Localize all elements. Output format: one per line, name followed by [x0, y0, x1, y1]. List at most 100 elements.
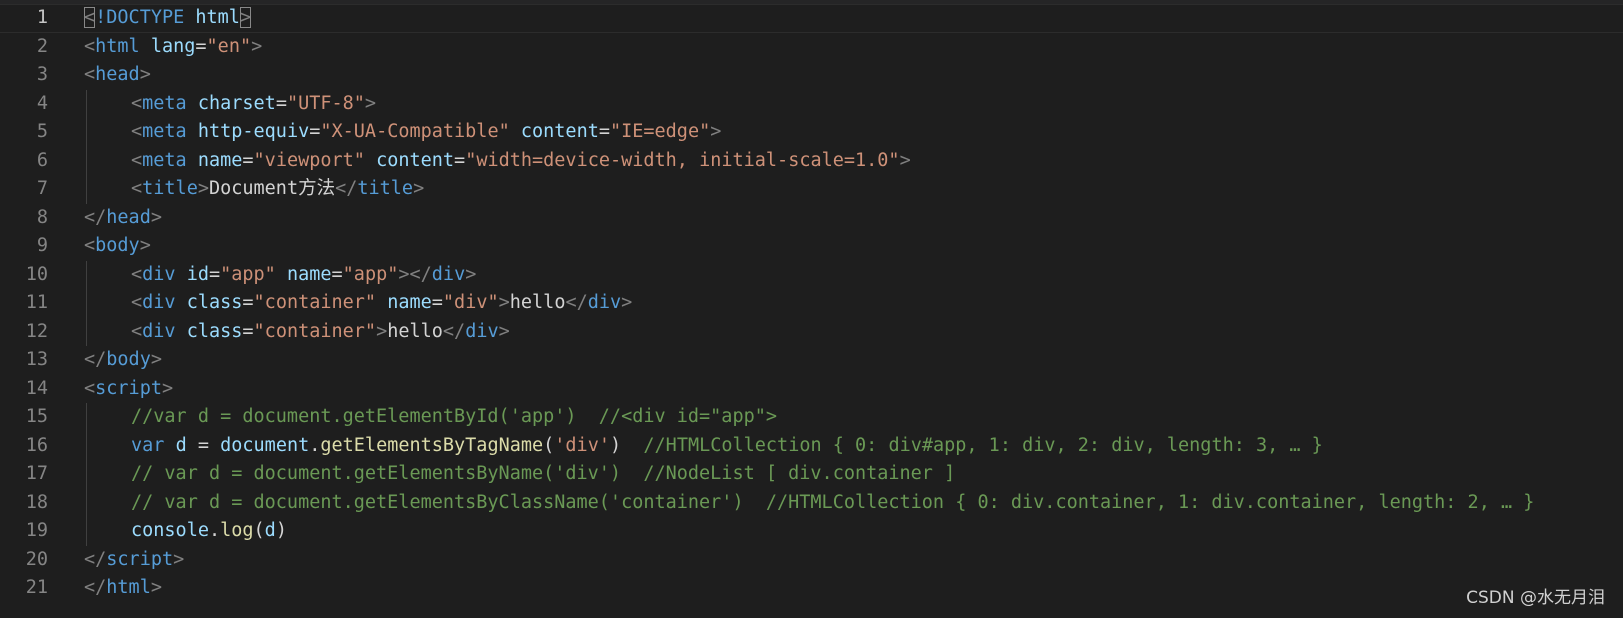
line-code: // var d = document.getElementsByClassNa… — [84, 489, 1534, 518]
code-token-punct: < — [84, 64, 96, 85]
line-number: 19 — [25, 520, 48, 541]
code-token-tag: !DOCTYPE — [95, 7, 185, 28]
code-token-attr: lang — [150, 35, 196, 57]
line-code: //var d = document.getElementById('app')… — [84, 403, 777, 432]
code-line[interactable]: 20 </script> — [0, 546, 1623, 575]
code-token-punct: > — [498, 292, 510, 313]
watermark: CSDN @水无月泪 — [1466, 588, 1605, 608]
code-token-attr: class — [186, 320, 243, 342]
line-number: 7 — [36, 178, 48, 199]
code-line[interactable]: 4 <meta charset="UTF-8"> — [0, 89, 1623, 118]
line-number: 8 — [36, 206, 48, 228]
code-token-plain: . — [309, 434, 321, 456]
code-token-tag: body — [95, 235, 140, 256]
line-number: 18 — [25, 491, 48, 513]
code-token-punct: > — [150, 349, 162, 370]
code-token-str: 'div' — [554, 434, 610, 456]
code-line[interactable]: 16 var d = document.getElementsByTagName(… — [0, 431, 1623, 461]
code-token-var: console — [131, 520, 209, 541]
code-line[interactable]: 13 </body> — [0, 346, 1623, 375]
code-line[interactable]: 5 <meta http-equiv="X-UA-Compatible" cont… — [0, 118, 1623, 147]
code-token-punct: </ — [442, 320, 466, 342]
code-token-punct: > — [150, 206, 162, 228]
code-token-comment: //HTMLCollection { 0: div#app, 1: div, 2… — [643, 434, 1323, 456]
code-token-str: "width=device-width, initial-scale=1.0" — [465, 149, 900, 171]
code-token-punct: > — [197, 178, 209, 199]
code-line[interactable]: 2 <html lang="en"> — [0, 33, 1623, 62]
code-token-fn: getElementsByTagName — [320, 434, 544, 456]
code-line[interactable]: 14 <script> — [0, 375, 1623, 404]
code-token-tag: html — [106, 577, 151, 598]
code-line[interactable]: 1 <!DOCTYPE html> — [0, 4, 1623, 33]
code-line[interactable]: 9 <body> — [0, 232, 1623, 261]
code-line[interactable]: 19 console.log(d) — [0, 517, 1623, 546]
code-token-str: "container" — [253, 320, 377, 342]
code-line[interactable]: 21 </html> — [0, 574, 1623, 603]
code-token-tag: html — [95, 35, 140, 57]
code-token-tag: head — [95, 64, 140, 85]
line-number: 10 — [25, 263, 48, 285]
code-token-punct: </ — [335, 178, 358, 199]
code-line[interactable]: 7 <title>Document方法</title> — [0, 175, 1623, 204]
code-token-str: "UTF-8" — [286, 92, 365, 114]
code-token-tag: head — [106, 206, 151, 228]
line-code: <body> — [84, 232, 151, 261]
line-number: 21 — [25, 577, 48, 598]
line-code: // var d = document.getElementsByName('d… — [84, 460, 955, 489]
code-line[interactable]: 11 <div class="container" name="div">hell… — [0, 289, 1623, 318]
line-number: 1 — [36, 7, 48, 28]
code-token-punct: > — [498, 320, 510, 342]
code-line[interactable]: 12 <div class="container">hello</div> — [0, 317, 1623, 346]
line-code: <meta name="viewport" content="width=dev… — [84, 147, 911, 176]
code-token-punct: ></ — [398, 263, 432, 285]
code-line[interactable]: 6 <meta name="viewport" content="width=de… — [0, 146, 1623, 176]
code-token-plain: = — [275, 92, 287, 114]
code-token-plain: = — [242, 320, 254, 342]
code-line[interactable]: 17 // var d = document.getElementsByName(… — [0, 460, 1623, 489]
code-line[interactable]: 8 </head> — [0, 204, 1623, 233]
code-token-attr: class — [186, 292, 243, 313]
code-token-punct: > — [376, 320, 388, 342]
code-token-var: d — [264, 520, 276, 541]
code-editor[interactable]: 1 <!DOCTYPE html> 2 <html lang="en"> 3 <head>… — [0, 4, 1623, 618]
code-token-str: "IE=edge" — [609, 121, 711, 142]
code-token-tag: div — [587, 292, 622, 313]
code-token-punct: > — [161, 377, 174, 399]
line-code: <div id="app" name="app"></div> — [84, 261, 476, 290]
code-line[interactable]: 3 <head> — [0, 61, 1623, 90]
code-line[interactable]: 18 // var d = document.getElementsByClass… — [0, 488, 1623, 518]
code-line[interactable]: 10 <div id="app" name="app"></div> — [0, 260, 1623, 290]
code-token-str: "app" — [220, 263, 276, 285]
code-token-tag: div — [465, 320, 499, 342]
code-token-attr: name — [387, 292, 432, 313]
line-code: </script> — [84, 546, 184, 575]
code-token-plain: = — [454, 149, 466, 171]
code-token-str: "div" — [442, 292, 499, 313]
code-token-var: document — [220, 434, 310, 456]
code-token-plain: ( — [253, 520, 265, 541]
line-number: 2 — [36, 35, 48, 57]
code-line[interactable]: 15 //var d = document.getElementById('app… — [0, 403, 1623, 432]
line-number: 14 — [25, 377, 48, 399]
code-token-tag: div — [142, 263, 176, 285]
code-token-punct: < — [131, 92, 143, 114]
code-token-attr: name — [197, 149, 243, 171]
line-number: 5 — [36, 121, 48, 142]
code-token-punct: < — [131, 149, 143, 171]
code-token-text: hello — [387, 320, 443, 342]
line-number: 4 — [36, 92, 48, 114]
code-token-str: "en" — [206, 35, 252, 57]
line-code: var d = document.getElementsByTagName('d… — [84, 432, 1323, 461]
code-token-plain: ) — [609, 434, 644, 456]
line-number: 17 — [25, 463, 48, 484]
code-token-plain: = — [208, 263, 221, 285]
code-token-tag: meta — [142, 121, 187, 142]
line-number: 15 — [25, 406, 48, 427]
code-token-attr: content — [376, 149, 455, 171]
code-token-tag: title — [357, 178, 414, 199]
